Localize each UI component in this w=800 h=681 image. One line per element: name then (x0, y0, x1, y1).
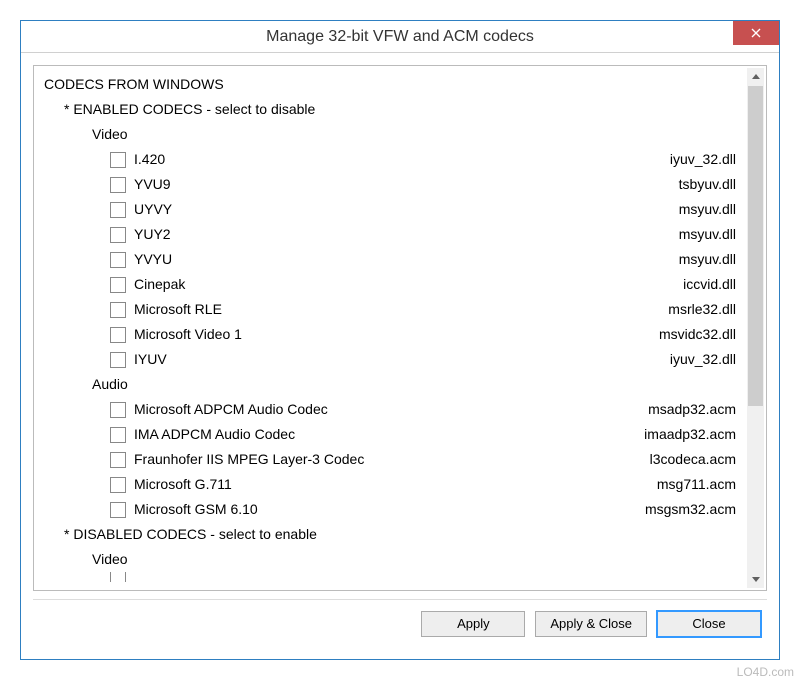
codec-checkbox[interactable] (110, 177, 126, 193)
codec-name: YVU9 (134, 172, 171, 197)
codec-row: YVYU msyuv.dll (44, 247, 744, 272)
codec-name: Microsoft RLE (134, 297, 222, 322)
codec-row: YUY2 msyuv.dll (44, 222, 744, 247)
tree-heading: CODECS FROM WINDOWS (44, 72, 744, 97)
codec-name: YUY2 (134, 222, 171, 247)
codec-file: iyuv_32.dll (670, 347, 744, 372)
codec-name: Microsoft GSM 6.10 (134, 497, 258, 522)
codec-file: msyuv.dll (679, 222, 744, 247)
codec-file: msyuv.dll (679, 197, 744, 222)
codec-row-cutoff (44, 572, 744, 582)
codec-checkbox[interactable] (110, 302, 126, 318)
codec-name: I.420 (134, 147, 165, 172)
codec-row: IMA ADPCM Audio Codec imaadp32.acm (44, 422, 744, 447)
dialog-window: Manage 32-bit VFW and ACM codecs CODECS … (20, 20, 780, 660)
codec-file: iccvid.dll (683, 272, 744, 297)
tree-heading: * DISABLED CODECS - select to enable (44, 522, 744, 547)
content-area: CODECS FROM WINDOWS* ENABLED CODECS - se… (21, 53, 779, 659)
window-title: Manage 32-bit VFW and ACM codecs (266, 28, 534, 46)
codec-file: msvidc32.dll (659, 322, 744, 347)
codec-file: msadp32.acm (648, 397, 744, 422)
codec-row: YVU9 tsbyuv.dll (44, 172, 744, 197)
codec-checkbox[interactable] (110, 227, 126, 243)
window-close-button[interactable] (733, 21, 779, 45)
codec-checkbox[interactable] (110, 327, 126, 343)
codec-row: UYVY msyuv.dll (44, 197, 744, 222)
codec-name: Microsoft Video 1 (134, 322, 242, 347)
codec-file: msrle32.dll (668, 297, 744, 322)
scroll-thumb[interactable] (748, 86, 763, 406)
codec-row: Fraunhofer IIS MPEG Layer-3 Codec l3codec… (44, 447, 744, 472)
codec-row: Microsoft RLE msrle32.dll (44, 297, 744, 322)
codec-name: IYUV (134, 347, 167, 372)
codec-checkbox[interactable] (110, 452, 126, 468)
codec-checkbox[interactable] (110, 402, 126, 418)
codec-name: UYVY (134, 197, 172, 222)
codec-name: Microsoft G.711 (134, 472, 232, 497)
codec-file: imaadp32.acm (644, 422, 744, 447)
scroll-down-arrow-icon[interactable] (747, 571, 764, 588)
codec-row: Microsoft Video 1 msvidc32.dll (44, 322, 744, 347)
codec-file: iyuv_32.dll (670, 147, 744, 172)
codec-row: Cinepak iccvid.dll (44, 272, 744, 297)
codec-checkbox[interactable] (110, 352, 126, 368)
codec-row: Microsoft ADPCM Audio Codec msadp32.acm (44, 397, 744, 422)
watermark-text: LO4D.com (737, 665, 794, 679)
apply-button[interactable]: Apply (421, 611, 525, 637)
codec-checkbox[interactable] (110, 202, 126, 218)
vertical-scrollbar[interactable] (747, 68, 764, 588)
codec-file: msgsm32.acm (645, 497, 744, 522)
codec-row: Microsoft GSM 6.10 msgsm32.acm (44, 497, 744, 522)
tree-heading: * ENABLED CODECS - select to disable (44, 97, 744, 122)
codec-list-panel: CODECS FROM WINDOWS* ENABLED CODECS - se… (33, 65, 767, 591)
codec-name: Microsoft ADPCM Audio Codec (134, 397, 328, 422)
codec-checkbox[interactable] (110, 477, 126, 493)
close-icon (751, 28, 761, 38)
codec-file: tsbyuv.dll (679, 172, 744, 197)
heading-label: * ENABLED CODECS - select to disable (64, 97, 315, 122)
codec-checkbox[interactable] (110, 152, 126, 168)
titlebar: Manage 32-bit VFW and ACM codecs (21, 21, 779, 53)
button-row: Apply Apply & Close Close (33, 599, 767, 647)
codec-row: I.420 iyuv_32.dll (44, 147, 744, 172)
codec-file: msyuv.dll (679, 247, 744, 272)
heading-label: Video (92, 122, 128, 147)
codec-name: Cinepak (134, 272, 185, 297)
tree-heading: Video (44, 547, 744, 572)
codec-file: msg711.acm (657, 472, 744, 497)
heading-label: CODECS FROM WINDOWS (44, 72, 224, 97)
heading-label: Audio (92, 372, 128, 397)
close-button[interactable]: Close (657, 611, 761, 637)
codec-row: IYUV iyuv_32.dll (44, 347, 744, 372)
codec-checkbox[interactable] (110, 572, 126, 582)
apply-and-close-button[interactable]: Apply & Close (535, 611, 647, 637)
codec-checkbox[interactable] (110, 427, 126, 443)
codec-checkbox[interactable] (110, 252, 126, 268)
heading-label: * DISABLED CODECS - select to enable (64, 522, 317, 547)
tree-heading: Video (44, 122, 744, 147)
codec-list: CODECS FROM WINDOWS* ENABLED CODECS - se… (44, 72, 766, 584)
codec-name: IMA ADPCM Audio Codec (134, 422, 295, 447)
codec-name: Fraunhofer IIS MPEG Layer-3 Codec (134, 447, 364, 472)
codec-file: l3codeca.acm (650, 447, 744, 472)
tree-heading: Audio (44, 372, 744, 397)
codec-name: YVYU (134, 247, 172, 272)
heading-label: Video (92, 547, 128, 572)
codec-checkbox[interactable] (110, 502, 126, 518)
codec-checkbox[interactable] (110, 277, 126, 293)
codec-row: Microsoft G.711 msg711.acm (44, 472, 744, 497)
scroll-up-arrow-icon[interactable] (747, 68, 764, 85)
